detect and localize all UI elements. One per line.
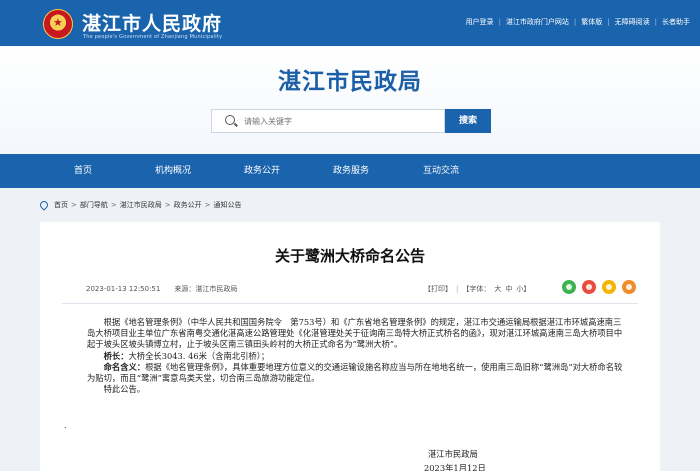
search-icon <box>225 115 235 125</box>
breadcrumb-notices[interactable]: 通知公告 <box>214 200 242 210</box>
article-body: 根据《地名管理条例》（中华人民共和国国务院令 第753号）和《广东省地名管理条例… <box>87 317 627 395</box>
breadcrumb: 首页 > 部门导航 > 湛江市民政局 > 政务公开 > 通知公告 <box>38 199 242 211</box>
article-title: 关于鹭洲大桥命名公告 <box>274 247 425 265</box>
font-size-small[interactable]: 小 <box>516 284 523 294</box>
link-traditional[interactable]: 繁体版 <box>581 17 602 27</box>
search-button[interactable]: 搜索 <box>445 109 491 133</box>
more-share-icon[interactable] <box>622 280 636 294</box>
link-elder-assistant[interactable]: 长者助手 <box>662 17 690 27</box>
nav-item-organization[interactable]: 机构概况 <box>155 154 191 188</box>
article-panel: 关于鹭洲大桥命名公告 2023-01-13 12:50:51 来源：湛江市民政局 … <box>40 222 660 471</box>
article-meta: 2023-01-13 12:50:51 来源：湛江市民政局 <box>86 284 237 294</box>
location-pin-icon <box>38 199 50 211</box>
main-nav: 首页 机构概况 政务公开 政务服务 互动交流 <box>0 154 700 188</box>
print-button[interactable]: 【打印】 <box>424 284 452 294</box>
site-title[interactable]: 湛江市人民政府 <box>82 9 222 36</box>
search-input[interactable] <box>244 114 434 128</box>
paragraph-4: 特此公告。 <box>103 384 146 395</box>
font-size-large[interactable]: 大 <box>494 284 501 294</box>
link-login[interactable]: 用户登录 <box>466 17 494 27</box>
nav-item-gov-affairs[interactable]: 政务公开 <box>244 154 280 188</box>
department-title: 湛江市民政局 <box>278 69 422 95</box>
weibo-icon[interactable] <box>582 280 596 294</box>
font-size-medium[interactable]: 中 <box>505 284 512 294</box>
article-tools: 【打印】 | 【字体： 大 中 小 】 <box>424 284 531 294</box>
top-links: 用户登录 | 湛江市政府门户网站 | 繁体版 | 无障碍阅读 | 长者助手 <box>465 17 690 27</box>
article-source: 来源：湛江市民政局 <box>174 285 238 293</box>
link-portal[interactable]: 湛江市政府门户网站 <box>506 17 569 27</box>
stray-dot: . <box>64 421 67 430</box>
breadcrumb-dept-nav[interactable]: 部门导航 <box>80 200 108 210</box>
nav-item-interaction[interactable]: 互动交流 <box>423 154 459 188</box>
breadcrumb-bureau[interactable]: 湛江市民政局 <box>120 200 162 210</box>
naming-meaning-label: 命名含义： <box>103 361 146 372</box>
bridge-length-text: 大桥全长3043. 46米（含南北引桥）； <box>128 350 270 361</box>
breadcrumb-gov-affairs[interactable]: 政务公开 <box>174 200 202 210</box>
breadcrumb-home[interactable]: 首页 <box>54 200 68 210</box>
site-subtitle: The people's Government of Zhanjiang Mun… <box>83 34 223 40</box>
wechat-icon[interactable] <box>562 280 576 294</box>
search-box <box>211 109 445 133</box>
font-size-close-bracket: 】 <box>523 285 531 293</box>
paragraph-1: 根据《地名管理条例》（中华人民共和国国务院令 第753号）和《广东省地名管理条例… <box>87 317 623 350</box>
signature-block: 湛江市民政局 2023年1月12日 <box>424 447 486 471</box>
national-emblem-icon: ★ <box>43 9 73 39</box>
bridge-length-label: 桥长： <box>103 350 129 361</box>
signature-org: 湛江市民政局 <box>428 449 478 459</box>
link-accessible[interactable]: 无障碍阅读 <box>615 17 650 27</box>
naming-meaning-text: 根据《地名管理条例》，具体重要地理方位意义的交通运输设施名称应当与所在地地名统一… <box>87 361 623 384</box>
share-bar <box>562 280 642 294</box>
qzone-icon[interactable] <box>602 280 616 294</box>
nav-item-gov-services[interactable]: 政务服务 <box>333 154 369 188</box>
font-size-label: 【字体： <box>462 285 491 293</box>
top-bar: ★ 湛江市人民政府 The people's Government of Zha… <box>0 0 700 46</box>
paragraph-3: 命名含义：根据《地名管理条例》，具体重要地理方位意义的交通运输设施名称应当与所在… <box>87 362 627 384</box>
nav-item-home[interactable]: 首页 <box>74 154 92 188</box>
signature-date: 2023年1月12日 <box>424 463 486 471</box>
publish-date: 2023-01-13 12:50:51 <box>86 285 161 293</box>
paragraph-2: 桥长：大桥全长3043. 46米（含南北引桥）； <box>87 351 627 362</box>
divider <box>62 303 638 304</box>
